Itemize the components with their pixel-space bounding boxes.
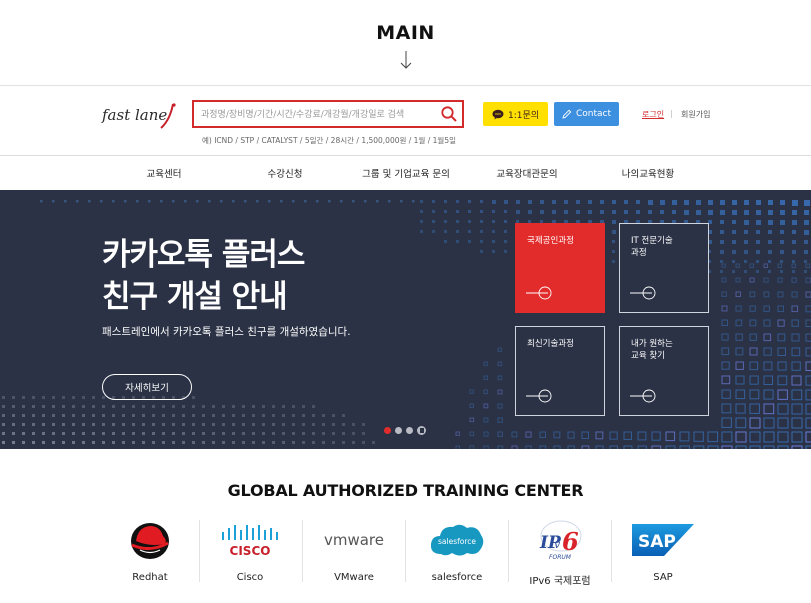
site-header: fast lane 예) ICND / STP / CATALYST / 5일간… [0,86,811,156]
search-hint: 예) ICND / STP / CATALYST / 5일간 / 28시간 / … [202,136,456,145]
partner-name: IPv6 국제포럼 [529,576,591,587]
nav-item-education-center[interactable]: 교육센터 [147,166,182,180]
svg-text:FORUM: FORUM [549,554,572,561]
pause-icon[interactable] [417,426,426,435]
partner-sap[interactable]: SAP SAP [611,518,715,584]
partner-ipv6-forum[interactable]: IP v 6 FORUM IPv6 국제포럼 [508,518,612,587]
tile-find-courses[interactable]: 내가 원하는 교육 찾기 [619,326,709,416]
partner-name: salesforce [431,572,483,583]
search-input[interactable] [201,106,436,124]
fastlane-logo[interactable]: fast lane [102,102,176,132]
partner-vmware[interactable]: vmware VMware [302,518,406,584]
signup-link[interactable]: 회원가입 [681,109,710,120]
arrow-right-icon [526,286,552,300]
tile-label: 최신기술과정 [527,339,574,349]
cisco-logo-text: CISCO [230,544,271,558]
kakao-inquiry-button[interactable]: 1:1문의 [483,102,548,126]
slide-dot-1[interactable] [384,427,391,434]
contact-button[interactable]: Contact [554,102,619,126]
arrow-right-icon [526,389,552,403]
arrow-down-icon [400,51,412,69]
hero-title-line1: 카카오톡 플러스 [102,237,305,273]
tile-international-courses[interactable]: 국제공인과정 [515,223,605,313]
partner-name: Redhat [132,572,168,583]
salesforce-logo-text: salesforce [438,537,476,546]
search-icon[interactable] [440,105,458,123]
redhat-logo-icon [98,518,202,562]
partner-cisco[interactable]: CISCO Cisco [198,518,302,584]
sap-logo-icon: SAP [611,518,715,562]
nav-item-my-education[interactable]: 나의교육현황 [622,166,674,180]
login-link[interactable]: 로그인 [642,109,664,120]
partner-salesforce[interactable]: salesforce salesforce [405,518,509,584]
logo-swoosh-icon [160,103,176,129]
nav-item-registration[interactable]: 수강신청 [268,166,303,180]
svg-text:v: v [554,538,561,551]
partner-redhat[interactable]: Redhat [98,518,202,584]
partner-name: VMware [334,572,374,583]
sap-logo-text: SAP [638,532,676,552]
main-nav: 교육센터 수강신청 그룹 및 기업교육 문의 교육장대관문의 나의교육현황 [0,156,811,190]
hero-subtitle: 패스트레인에서 카카오톡 플러스 친구를 개설하였습니다. [102,326,351,338]
tile-label: 내가 원하는 교육 찾기 [631,339,673,361]
page-caption: MAIN [0,0,811,86]
kakao-inquiry-label: 1:1문의 [507,110,540,121]
partners-title: GLOBAL AUTHORIZED TRAINING CENTER [227,481,584,500]
slide-dot-2[interactable] [395,427,402,434]
partner-name: Cisco [236,572,264,583]
hero-banner: 카카오톡 플러스 친구 개설 안내 패스트레인에서 카카오톡 플러스 친구를 개… [0,190,811,449]
vmware-logo-icon: vmware [302,518,406,562]
nav-item-venue-rental[interactable]: 교육장대관문의 [496,166,557,180]
hero-title: 카카오톡 플러스 친구 개설 안내 [102,234,305,318]
caption-title: MAIN [376,22,435,44]
svg-text:6: 6 [562,527,579,556]
nav-item-group-training[interactable]: 그룹 및 기업교육 문의 [362,166,450,180]
page: MAIN fast lane 예) ICND / STP / CATALYST … [0,0,811,603]
ipv6-forum-logo-icon: IP v 6 FORUM [508,518,612,562]
partner-name: SAP [653,572,673,583]
tile-it-courses[interactable]: IT 전문기술 과정 [619,223,709,313]
slide-dot-3[interactable] [406,427,413,434]
header-separator: | [670,109,673,118]
arrow-right-icon [630,286,656,300]
hero-title-line2: 친구 개설 안내 [102,279,288,315]
tile-label: IT 전문기술 과정 [631,236,673,258]
pencil-icon [562,109,572,119]
chat-bubble-icon [492,109,504,119]
salesforce-logo-icon: salesforce [405,518,509,562]
arrow-right-icon [630,389,656,403]
cisco-logo-icon: CISCO [198,518,302,562]
tile-label: 국제공인과정 [527,236,574,246]
vmware-logo-text: vmware [324,531,384,549]
search-box [192,100,464,128]
tile-latest-tech-courses[interactable]: 최신기술과정 [515,326,605,416]
contact-label: Contact [575,109,611,119]
hero-detail-button[interactable]: 자세히보기 [102,374,192,400]
slide-indicator [384,426,426,435]
